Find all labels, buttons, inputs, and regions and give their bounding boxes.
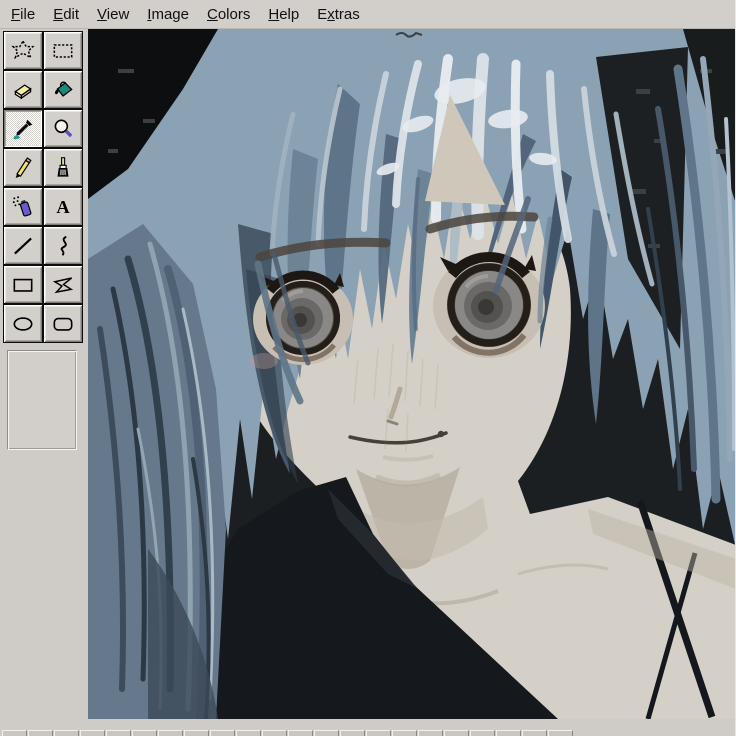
canvas-artwork (88, 29, 735, 719)
tool-brush[interactable] (43, 148, 83, 187)
palette-cell[interactable] (262, 730, 287, 736)
brush-icon (50, 155, 76, 181)
tool-free-form-select[interactable] (3, 31, 43, 70)
pencil-icon (10, 155, 36, 181)
palette-cell[interactable] (106, 730, 131, 736)
palette-cell[interactable] (418, 730, 443, 736)
menu-edit[interactable]: Edit (44, 2, 88, 27)
palette-cell[interactable] (236, 730, 261, 736)
eyedropper-icon (10, 116, 36, 142)
palette-cell[interactable] (2, 730, 27, 736)
palette-cell[interactable] (366, 730, 391, 736)
tool-options-box[interactable] (7, 350, 77, 450)
eraser-icon (10, 77, 36, 103)
menu-extras[interactable]: Extras (308, 2, 369, 27)
palette-cell[interactable] (28, 730, 53, 736)
tool-eraser[interactable] (3, 70, 43, 109)
free-form-select-icon (10, 38, 36, 64)
tool-line[interactable] (3, 226, 43, 265)
paint-app-window: File Edit View Image Colors Help Extras (0, 0, 736, 736)
tool-rounded-rectangle[interactable] (43, 304, 83, 343)
palette-cell[interactable] (132, 730, 157, 736)
airbrush-icon (10, 194, 36, 220)
tool-panel (0, 29, 88, 736)
rectangle-icon (10, 272, 36, 298)
tool-pencil[interactable] (3, 148, 43, 187)
tool-ellipse[interactable] (3, 304, 43, 343)
ellipse-icon (10, 311, 36, 337)
palette-cell[interactable] (314, 730, 339, 736)
tool-fill-with-color[interactable] (43, 70, 83, 109)
curve-icon (50, 233, 76, 259)
tool-grid (3, 31, 85, 343)
menu-help[interactable]: Help (259, 2, 308, 27)
tool-text[interactable] (43, 187, 83, 226)
palette-cell[interactable] (210, 730, 235, 736)
palette-cell[interactable] (444, 730, 469, 736)
line-icon (10, 233, 36, 259)
color-palette (2, 730, 574, 736)
tool-airbrush[interactable] (3, 187, 43, 226)
tool-select[interactable] (43, 31, 83, 70)
palette-cell[interactable] (392, 730, 417, 736)
palette-cell[interactable] (340, 730, 365, 736)
menubar: File Edit View Image Colors Help Extras (0, 0, 735, 29)
menu-view[interactable]: View (88, 2, 138, 27)
tool-magnifier[interactable] (43, 109, 83, 148)
text-icon (50, 194, 76, 220)
tool-polygon[interactable] (43, 265, 83, 304)
polygon-icon (50, 272, 76, 298)
tool-pick-color[interactable] (3, 109, 43, 148)
palette-cell[interactable] (288, 730, 313, 736)
magnifier-icon (50, 116, 76, 142)
tool-rectangle[interactable] (3, 265, 43, 304)
palette-cell[interactable] (184, 730, 209, 736)
menu-image[interactable]: Image (138, 2, 198, 27)
paint-canvas[interactable] (88, 29, 735, 719)
palette-cell[interactable] (522, 730, 547, 736)
palette-cell[interactable] (496, 730, 521, 736)
palette-cell[interactable] (80, 730, 105, 736)
palette-cell[interactable] (158, 730, 183, 736)
fill-bucket-icon (50, 77, 76, 103)
palette-cell[interactable] (548, 730, 573, 736)
menu-file[interactable]: File (2, 2, 44, 27)
select-icon (50, 38, 76, 64)
rounded-rectangle-icon (50, 311, 76, 337)
palette-cell[interactable] (54, 730, 79, 736)
palette-cell[interactable] (470, 730, 495, 736)
tool-curve[interactable] (43, 226, 83, 265)
menu-colors[interactable]: Colors (198, 2, 259, 27)
